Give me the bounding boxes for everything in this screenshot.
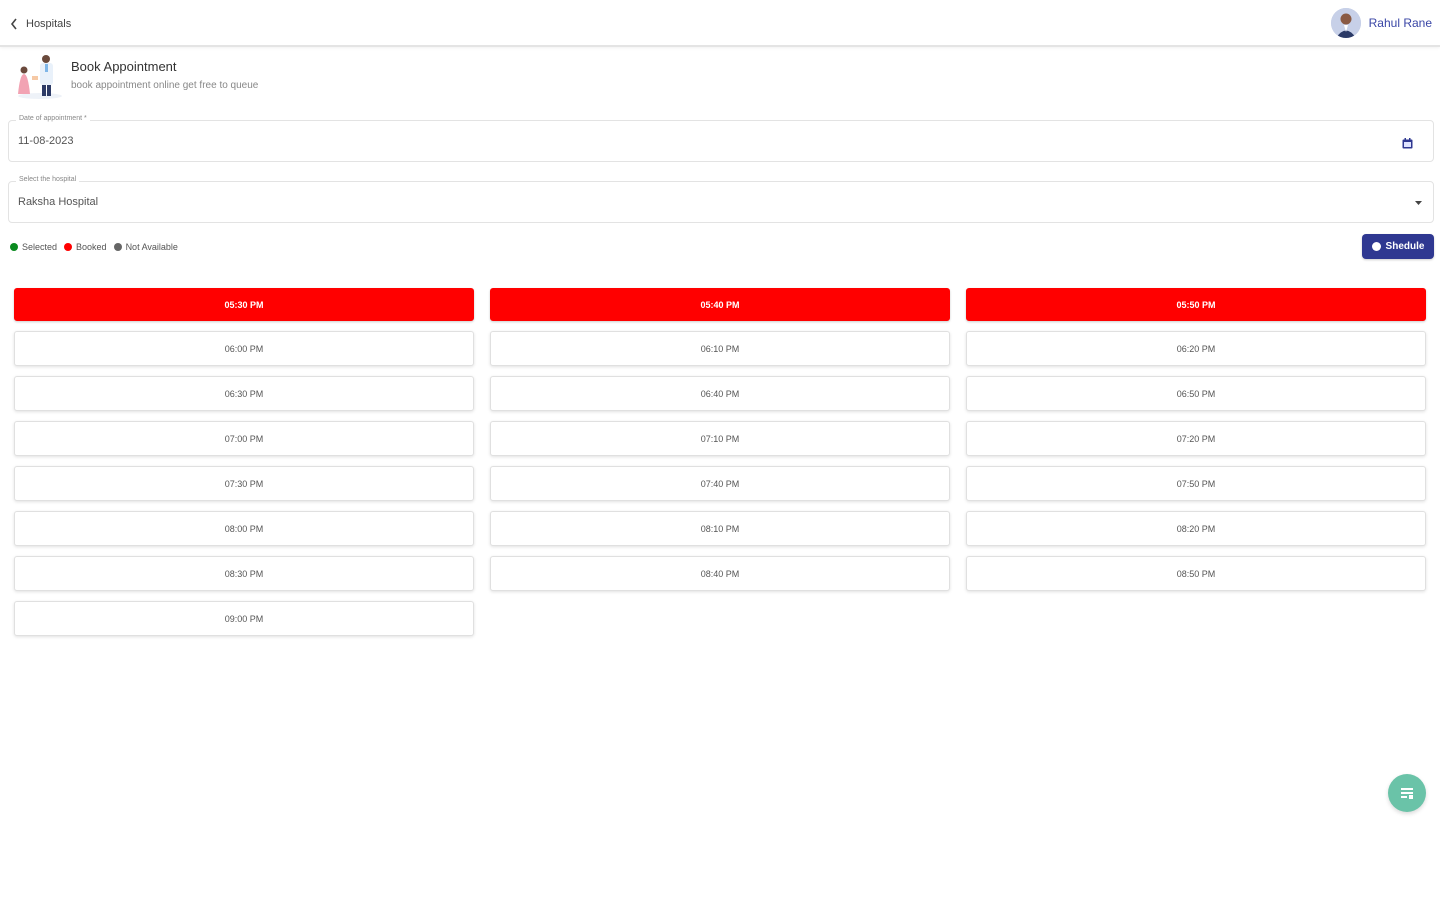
time-slot[interactable]: 08:50 PM [966, 556, 1426, 591]
time-slot[interactable]: 08:40 PM [490, 556, 950, 591]
list-icon [1401, 788, 1413, 799]
time-slot[interactable]: 08:00 PM [14, 511, 474, 546]
time-slot[interactable]: 07:40 PM [490, 466, 950, 501]
hospital-select[interactable]: Select the hospital Raksha Hospital [8, 176, 1434, 223]
schedule-button-label: Shedule [1385, 241, 1425, 252]
user-profile-menu[interactable]: Rahul Rane [1330, 8, 1432, 38]
time-slot[interactable]: 06:40 PM [490, 376, 950, 411]
time-slot[interactable]: 07:50 PM [966, 466, 1426, 501]
time-slot-booked[interactable]: 05:40 PM [490, 288, 950, 321]
appointment-date-field[interactable]: Date of appointment * 11-08-2023 [8, 115, 1434, 162]
calendar-icon[interactable] [1402, 138, 1413, 149]
date-field-label: Date of appointment * [16, 115, 90, 122]
top-app-bar: Hospitals Rahul Rane [0, 0, 1440, 47]
time-slot-booked[interactable]: 05:50 PM [966, 288, 1426, 321]
time-slot[interactable]: 06:30 PM [14, 376, 474, 411]
selected-dot-icon [10, 243, 18, 251]
time-slot[interactable]: 07:30 PM [14, 466, 474, 501]
time-slot[interactable]: 06:00 PM [14, 331, 474, 366]
caret-down-icon [1415, 201, 1422, 205]
legend-label: Selected [22, 242, 58, 252]
booked-dot-icon [64, 243, 73, 251]
legend-selected: Selected [10, 242, 57, 252]
hospital-field-label: Select the hospital [16, 176, 80, 183]
back-link-label: Hospitals [26, 18, 72, 30]
not-available-dot-icon [113, 243, 122, 251]
circle-icon [1371, 242, 1381, 251]
date-field-value: 11-08-2023 [18, 135, 74, 147]
page-header: Book Appointment book appointment online… [14, 52, 414, 102]
user-name: Rahul Rane [1368, 16, 1432, 30]
schedule-button[interactable]: Shedule [1362, 234, 1434, 259]
time-slot[interactable]: 06:50 PM [966, 376, 1426, 411]
time-slot[interactable]: 08:20 PM [966, 511, 1426, 546]
time-slot-grid: 05:30 PM 05:40 PM 05:50 PM 06:00 PM 06:10 PM… [14, 288, 1426, 636]
time-slot[interactable]: 07:20 PM [966, 421, 1426, 456]
time-slot[interactable]: 07:00 PM [14, 421, 474, 456]
page-title: Book Appointment [71, 59, 177, 74]
time-slot[interactable]: 06:10 PM [490, 331, 950, 366]
time-slot[interactable]: 06:20 PM [966, 331, 1426, 366]
doctor-patient-illustration [18, 55, 62, 99]
back-to-hospitals-link[interactable]: Hospitals [10, 16, 71, 32]
legend-label: Booked [76, 242, 107, 252]
avatar-image [1330, 8, 1361, 38]
time-slot[interactable]: 08:10 PM [490, 511, 950, 546]
time-slot-booked[interactable]: 05:30 PM [14, 288, 474, 321]
legend-booked: Booked [64, 242, 107, 252]
time-slot[interactable]: 08:30 PM [14, 556, 474, 591]
slot-status-legend: Selected Booked Not Available [10, 240, 178, 254]
avatar [1330, 8, 1361, 38]
hospital-field-value: Raksha Hospital [18, 196, 99, 208]
time-slot[interactable]: 07:10 PM [490, 421, 950, 456]
legend-not-available: Not Available [113, 242, 178, 252]
floating-action-button[interactable] [1388, 774, 1426, 812]
legend-label: Not Available [125, 242, 178, 252]
page-subtitle: book appointment online get free to queu… [71, 80, 259, 91]
time-slot[interactable]: 09:00 PM [14, 601, 474, 636]
chevron-left-icon [10, 18, 17, 30]
